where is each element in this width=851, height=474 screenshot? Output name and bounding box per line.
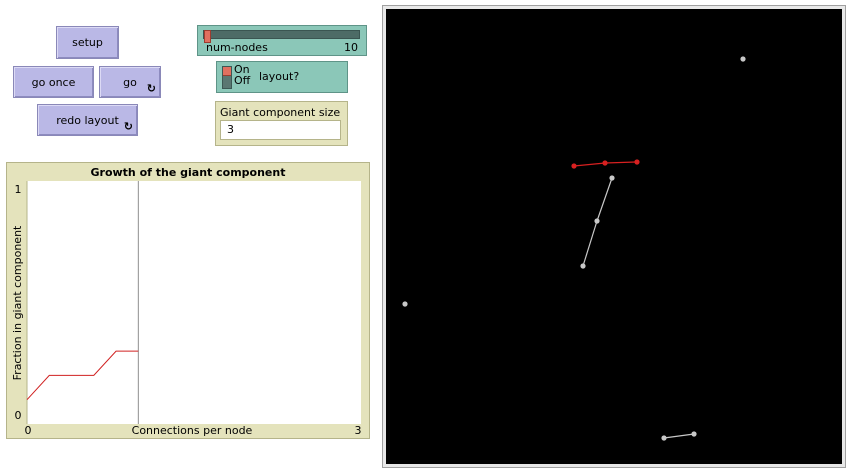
plot-area <box>27 181 361 424</box>
network-node <box>691 431 697 437</box>
monitor-label: Giant component size <box>220 106 341 119</box>
monitor-value: 3 <box>220 120 341 140</box>
go-once-button[interactable]: go once <box>13 66 94 98</box>
network-node <box>740 56 746 62</box>
network-node <box>602 160 608 166</box>
slider-value: 10 <box>344 41 358 54</box>
network-node <box>571 163 577 169</box>
switch-knob[interactable] <box>223 67 231 76</box>
y-axis-label: Fraction in giant component <box>11 225 24 380</box>
switch-off-label: Off <box>234 74 251 87</box>
num-nodes-slider[interactable]: num-nodes 10 <box>197 25 367 56</box>
world-view-canvas[interactable] <box>386 9 842 464</box>
slider-label: num-nodes <box>206 41 268 54</box>
network-node <box>661 435 667 441</box>
forever-icon: ↻ <box>146 82 156 95</box>
go-button-label: go <box>123 75 137 89</box>
network-node <box>634 159 640 165</box>
go-button[interactable]: go ↻ <box>99 66 161 98</box>
world-view[interactable] <box>382 5 846 468</box>
y-max-tick-label: 1 <box>15 183 22 196</box>
y-min-tick-label: 0 <box>15 409 22 422</box>
redo-layout-button[interactable]: redo layout ↻ <box>37 104 138 136</box>
giant-component-plot: Growth of the giant component 1 0 0 3 Co… <box>6 162 370 439</box>
x-min-tick-label: 0 <box>25 424 32 437</box>
network-node <box>594 218 600 224</box>
setup-button[interactable]: setup <box>56 26 119 59</box>
switch-track[interactable] <box>222 66 232 89</box>
layout-switch[interactable]: On Off layout? <box>216 61 348 93</box>
x-max-tick-label: 3 <box>355 424 362 437</box>
network-node <box>580 263 586 269</box>
go-once-button-label: go once <box>31 75 76 89</box>
setup-button-label: setup <box>72 36 103 49</box>
plot-chart: 1 0 0 3 Connections per node Fraction in… <box>11 181 362 437</box>
forever-icon: ↻ <box>123 120 133 133</box>
slider-track[interactable] <box>203 30 360 43</box>
giant-component-monitor: Giant component size 3 <box>215 101 348 146</box>
x-axis-label: Connections per node <box>132 424 253 437</box>
redo-layout-button-label: redo layout <box>56 113 119 127</box>
switch-label: layout? <box>259 70 300 83</box>
network-node <box>609 175 615 181</box>
network-node <box>402 301 408 307</box>
